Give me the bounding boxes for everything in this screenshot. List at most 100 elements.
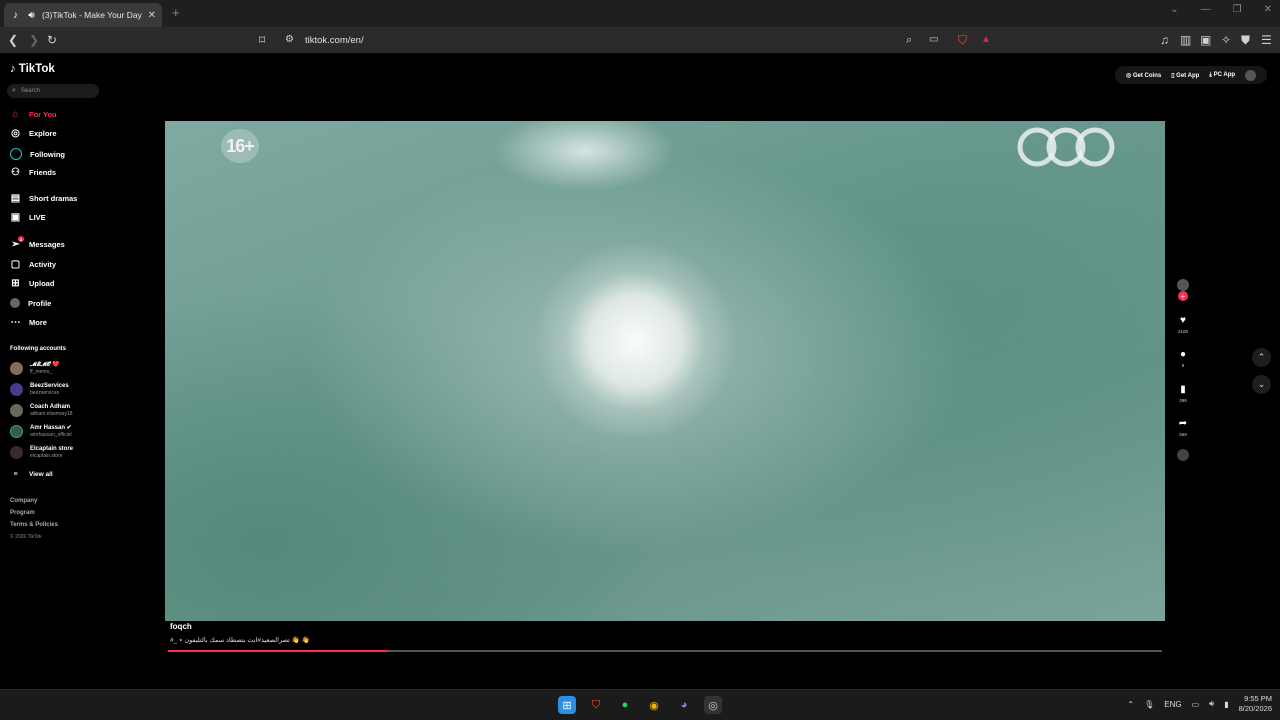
site-info-icon[interactable]: ⚙	[285, 32, 294, 48]
menu-icon[interactable]: ☰	[1261, 32, 1272, 48]
account-handle: amrhassan_officiel	[30, 432, 72, 438]
brave-rewards-icon[interactable]: ▲	[981, 32, 991, 48]
maximize-icon[interactable]: ❐	[1233, 4, 1242, 15]
search-input[interactable]: ⌕ Search	[7, 84, 99, 98]
nav-short-dramas[interactable]: ▤ Short dramas	[10, 193, 78, 204]
account-name: 𝓜𝓔𝓜𝓞 ❤️	[30, 362, 60, 368]
view-all-link[interactable]: ≡ View all	[10, 469, 52, 480]
chrome-icon[interactable]: ◉	[645, 696, 663, 714]
video-player[interactable]: 16+	[165, 121, 1165, 621]
display-icon[interactable]: ▭	[1192, 700, 1200, 709]
new-tab-button[interactable]: +	[172, 5, 180, 20]
nav-explore[interactable]: ◎ Explore	[10, 128, 56, 139]
tab-search-icon[interactable]: ⌄	[1170, 4, 1178, 15]
music-disc-icon	[1177, 449, 1189, 461]
user-avatar[interactable]	[1245, 69, 1256, 81]
save-button[interactable]: ▮ 398	[1176, 382, 1190, 404]
footer-program[interactable]: Program	[10, 510, 35, 516]
share-button[interactable]: ➦ 569	[1176, 416, 1190, 438]
account-item[interactable]: Elcaptain store elcaptain.store	[10, 446, 73, 459]
speaker-icon[interactable]: 🔊︎	[26, 10, 37, 21]
following-icon	[10, 148, 22, 160]
like-button[interactable]: ♥ 2100	[1176, 313, 1190, 335]
tab-title: (3)TikTok - Make Your Day	[42, 10, 142, 20]
volume-icon[interactable]: 🔊︎	[1209, 699, 1214, 709]
zoom-icon[interactable]: ⌕	[906, 32, 912, 48]
back-icon[interactable]: ❮	[8, 32, 18, 48]
sound-disc-button[interactable]	[1176, 449, 1190, 461]
avatar	[10, 383, 23, 396]
nav-profile[interactable]: Profile	[10, 298, 51, 308]
language-indicator[interactable]: ENG	[1164, 700, 1181, 709]
footer-terms[interactable]: Terms & Policies	[10, 522, 58, 528]
cast-icon[interactable]: ▭	[929, 32, 938, 48]
account-item[interactable]: BeezServices beezservices	[10, 383, 69, 396]
follow-button[interactable]: +	[1176, 291, 1190, 301]
windows-start-icon[interactable]: ⊞	[558, 696, 576, 714]
account-name: Coach Adham	[30, 404, 71, 410]
close-window-icon[interactable]: ✕	[1264, 4, 1272, 15]
nav-for-you[interactable]: ⌂ For You	[10, 109, 56, 120]
drama-icon: ▤	[10, 193, 21, 204]
sidebar-toggle-icon[interactable]: ▥	[1180, 32, 1191, 48]
video-frame	[165, 121, 1165, 621]
get-app-button[interactable]: ▯ Get App	[1171, 72, 1199, 79]
avatar	[10, 362, 23, 375]
footer-company[interactable]: Company	[10, 498, 37, 504]
profile-icon	[10, 298, 20, 308]
pc-app-button[interactable]: ⤓ PC App	[1209, 72, 1235, 79]
reload-icon[interactable]: ↻	[47, 32, 57, 48]
nav-label: Short dramas	[29, 194, 78, 203]
microphone-icon[interactable]: 🎙︎	[1144, 700, 1154, 709]
leo-ai-icon[interactable]: ✧	[1221, 32, 1231, 48]
minimize-icon[interactable]: —	[1201, 4, 1211, 15]
nav-upload[interactable]: ⊞ Upload	[10, 278, 54, 289]
plus-icon: +	[1178, 291, 1188, 301]
account-item[interactable]: Amr Hassan ✔ amrhassan_officiel	[10, 425, 72, 438]
age-rating-badge: 16+	[221, 129, 259, 163]
nav-label: More	[29, 318, 47, 327]
nav-messages[interactable]: ➢ 3 Messages	[10, 236, 65, 250]
url-text: tiktok.com/en/	[305, 34, 364, 46]
get-coins-button[interactable]: ◎ Get Coins	[1126, 72, 1161, 79]
account-item[interactable]: 𝓜𝓔𝓜𝓞 ❤️ ff_memo_	[10, 362, 60, 375]
nav-live[interactable]: ▣ LIVE	[10, 212, 46, 223]
wallet-icon[interactable]: ▣	[1200, 32, 1211, 48]
nav-label: LIVE	[29, 213, 46, 222]
address-bar[interactable]: ⚙ tiktok.com/en/	[278, 30, 998, 50]
forward-icon[interactable]: ❯	[29, 32, 39, 48]
account-name: Amr Hassan ✔	[30, 425, 72, 431]
next-video-button[interactable]: ⌄	[1252, 375, 1271, 394]
windows-taskbar: ⊞ ⛉ ● ◉ ◕ ◎ ⌃ 🎙︎ ENG ▭ 🔊︎ ▮ 9:55 PM 8/20…	[0, 689, 1280, 720]
comment-count: 8	[1181, 363, 1185, 368]
browser-tab[interactable]: ♪ 🔊︎ (3)TikTok - Make Your Day ✕	[4, 3, 162, 27]
nav-friends[interactable]: ⚇ Friends	[10, 167, 56, 178]
nav-more[interactable]: ⋯ More	[10, 317, 47, 328]
author-avatar-action[interactable]	[1176, 279, 1190, 291]
nav-label: Profile	[28, 298, 52, 308]
media-icon[interactable]: ♫	[1160, 32, 1169, 48]
video-author[interactable]: foqch	[170, 622, 192, 631]
video-progress-bar[interactable]	[168, 650, 1162, 652]
battery-icon[interactable]: ▮	[1224, 700, 1228, 709]
obs-icon[interactable]: ◎	[704, 696, 722, 714]
nav-following[interactable]: Following	[10, 148, 65, 160]
chevron-up-icon[interactable]: ⌃	[1127, 700, 1134, 709]
vpn-icon[interactable]: ⛊	[1241, 32, 1250, 48]
discord-icon[interactable]: ◕	[675, 696, 693, 714]
close-tab-icon[interactable]: ✕	[148, 10, 156, 21]
comment-button[interactable]: ● 8	[1176, 347, 1190, 369]
tiktok-logo[interactable]: ♪ TikTok	[10, 63, 55, 75]
account-item[interactable]: Coach Adham adham.elsemary18	[10, 404, 73, 417]
bookmark-icon[interactable]: ⌑	[259, 32, 265, 48]
brave-browser-icon[interactable]: ⛉	[587, 696, 605, 714]
spotify-icon[interactable]: ●	[616, 696, 634, 714]
brave-shields-icon[interactable]: ⛉	[958, 32, 967, 48]
comment-icon: ●	[1179, 348, 1187, 360]
upload-icon: ⊞	[11, 278, 20, 289]
clock[interactable]: 9:55 PM 8/20/2026	[1239, 694, 1272, 714]
previous-video-button[interactable]: ⌃	[1252, 348, 1271, 367]
nav-activity[interactable]: ▢ Activity	[10, 259, 56, 270]
account-handle: elcaptain.store	[30, 453, 63, 459]
brand-name: TikTok	[18, 63, 55, 75]
